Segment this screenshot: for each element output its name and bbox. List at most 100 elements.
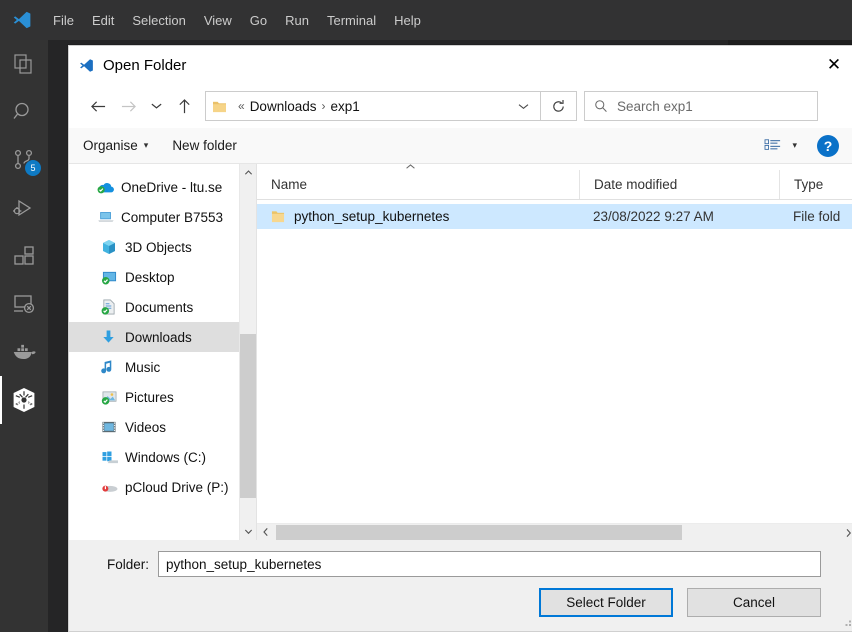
tree-item-3d-objects[interactable]: 3D Objects xyxy=(69,232,256,262)
resize-grip-icon[interactable] xyxy=(841,616,852,628)
dialog-title: Open Folder xyxy=(103,56,187,74)
activity-item-extensions[interactable] xyxy=(0,232,48,280)
address-overflow-indicator[interactable]: « xyxy=(233,99,250,113)
open-folder-dialog: Open Folder ✕ « Downloads › exp1 Search … xyxy=(68,45,852,632)
3d-objects-icon xyxy=(101,239,125,255)
downloads-icon xyxy=(101,329,125,345)
music-icon xyxy=(101,359,125,375)
vscode-menu-bar: File Edit Selection View Go Run Terminal… xyxy=(44,10,430,31)
column-header-date-modified[interactable]: Date modified xyxy=(579,170,779,199)
navigation-tree: OneDrive - ltu.se Computer B7553 3D Obje… xyxy=(69,164,256,502)
breadcrumb-segment-exp1[interactable]: exp1 xyxy=(330,99,359,114)
files-icon xyxy=(14,54,32,74)
tree-item-documents[interactable]: Documents xyxy=(69,292,256,322)
recent-locations-button[interactable] xyxy=(143,91,169,121)
navigation-bar: « Downloads › exp1 Search exp1 xyxy=(69,84,852,128)
onedrive-icon xyxy=(97,180,121,194)
documents-icon xyxy=(101,299,125,315)
navigation-tree-pane: OneDrive - ltu.se Computer B7553 3D Obje… xyxy=(69,164,257,540)
tree-scrollbar-thumb[interactable] xyxy=(240,334,256,498)
menu-item-file[interactable]: File xyxy=(44,10,83,31)
breadcrumb-separator[interactable]: › xyxy=(316,99,330,113)
chevron-down-icon[interactable] xyxy=(240,523,256,540)
search-input[interactable]: Search exp1 xyxy=(584,91,818,121)
chevron-down-icon[interactable] xyxy=(509,102,538,111)
tree-item-computer[interactable]: Computer B7553 xyxy=(69,202,256,232)
extensions-icon xyxy=(14,246,34,265)
chevron-left-icon[interactable] xyxy=(257,524,274,541)
dialog-title-icon xyxy=(69,57,103,74)
tree-item-label: Documents xyxy=(125,299,194,315)
refresh-button[interactable] xyxy=(541,91,577,121)
search-icon xyxy=(595,100,607,112)
tree-item-label: Pictures xyxy=(125,389,174,405)
menu-item-go[interactable]: Go xyxy=(241,10,276,31)
docker-whale-icon xyxy=(13,344,36,360)
tree-item-pictures[interactable]: Pictures xyxy=(69,382,256,412)
menu-item-run[interactable]: Run xyxy=(276,10,318,31)
tree-item-music[interactable]: Music xyxy=(69,352,256,382)
folder-input[interactable]: python_setup_kubernetes xyxy=(158,551,821,577)
activity-item-kubernetes[interactable] xyxy=(0,376,48,424)
chevron-up-icon xyxy=(405,163,416,170)
vscode-title-bar: File Edit Selection View Go Run Terminal… xyxy=(0,0,852,40)
arrow-left-icon xyxy=(90,100,105,112)
chevron-right-icon[interactable] xyxy=(840,524,852,541)
dialog-button-row: Select Folder Cancel xyxy=(83,588,843,631)
tree-item-label: Desktop xyxy=(125,269,175,285)
breadcrumb-segment-downloads[interactable]: Downloads xyxy=(250,99,317,114)
chevron-down-icon: ▾ xyxy=(143,140,149,150)
file-list-horizontal-scrollbar[interactable] xyxy=(257,523,852,540)
toolbar-right-group: ▾ ? xyxy=(764,134,843,157)
tree-vertical-scrollbar[interactable] xyxy=(239,164,256,540)
tree-item-videos[interactable]: Videos xyxy=(69,412,256,442)
activity-item-run-and-debug[interactable] xyxy=(0,184,48,232)
back-button[interactable] xyxy=(83,91,113,121)
vscode-activity-bar: 5 xyxy=(0,40,48,632)
activity-item-source-control[interactable]: 5 xyxy=(0,136,48,184)
column-header-name[interactable]: Name xyxy=(257,170,579,199)
tree-item-label: pCloud Drive (P:) xyxy=(125,479,229,495)
activity-item-search[interactable] xyxy=(0,88,48,136)
activity-item-docker[interactable] xyxy=(0,328,48,376)
horizontal-scrollbar-thumb[interactable] xyxy=(276,525,682,540)
menu-item-terminal[interactable]: Terminal xyxy=(318,10,385,31)
menu-item-view[interactable]: View xyxy=(195,10,241,31)
tree-item-label: 3D Objects xyxy=(125,239,192,255)
address-bar[interactable]: « Downloads › exp1 xyxy=(205,91,541,121)
vscode-logo-icon xyxy=(0,0,44,40)
tree-item-windows-c[interactable]: Windows (C:) xyxy=(69,442,256,472)
view-layout-icon xyxy=(765,138,781,150)
remote-explorer-icon xyxy=(14,295,35,314)
activity-item-remote-explorer[interactable] xyxy=(0,280,48,328)
chevron-up-icon[interactable] xyxy=(240,164,256,181)
up-button[interactable] xyxy=(169,91,199,121)
column-header-type[interactable]: Type xyxy=(779,170,852,199)
search-placeholder: Search exp1 xyxy=(617,98,693,114)
tree-item-downloads[interactable]: Downloads xyxy=(69,322,256,352)
organise-button[interactable]: Organise ▾ xyxy=(83,138,148,153)
table-row[interactable]: python_setup_kubernetes 23/08/2022 9:27 … xyxy=(257,204,852,229)
vscode-logo-icon xyxy=(79,58,93,72)
forward-button[interactable] xyxy=(113,91,143,121)
cancel-button[interactable]: Cancel xyxy=(687,588,821,617)
menu-item-edit[interactable]: Edit xyxy=(83,10,123,31)
tree-item-pcloud-drive[interactable]: pCloud Drive (P:) xyxy=(69,472,256,502)
menu-item-selection[interactable]: Selection xyxy=(123,10,194,31)
file-list-pane: Name Date modified Type python_setup_kub… xyxy=(257,164,852,540)
tree-item-label: Downloads xyxy=(125,329,192,345)
tree-item-onedrive[interactable]: OneDrive - ltu.se xyxy=(69,172,256,202)
pictures-icon xyxy=(101,390,125,405)
folder-icon xyxy=(212,100,227,113)
activity-item-explorer[interactable] xyxy=(0,40,48,88)
menu-item-help[interactable]: Help xyxy=(385,10,430,31)
select-folder-button[interactable]: Select Folder xyxy=(539,588,673,617)
view-chevron-down-icon[interactable]: ▾ xyxy=(792,140,797,151)
desktop-icon xyxy=(101,270,125,285)
folder-field-label: Folder: xyxy=(106,556,149,572)
view-layout-icon[interactable] xyxy=(764,138,782,154)
tree-item-desktop[interactable]: Desktop xyxy=(69,262,256,292)
close-icon[interactable]: ✕ xyxy=(811,46,852,84)
help-icon[interactable]: ? xyxy=(817,134,839,157)
new-folder-button[interactable]: New folder xyxy=(172,138,237,153)
